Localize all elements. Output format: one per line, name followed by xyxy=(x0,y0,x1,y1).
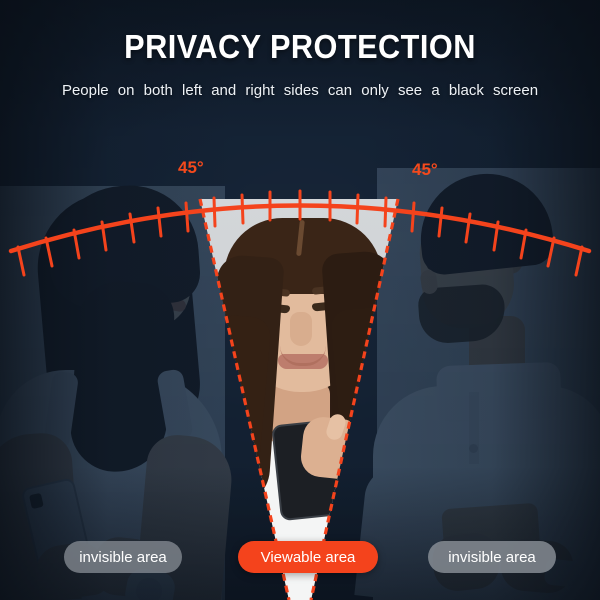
legend-invisible-area-right[interactable]: invisible area xyxy=(428,541,556,573)
page-subtitle: People on both left and right sides can … xyxy=(61,82,539,99)
angle-label-right: 45° xyxy=(412,160,438,179)
page-title: PRIVACY PROTECTION xyxy=(124,28,476,65)
legend-viewable-area[interactable]: Viewable area xyxy=(238,541,378,573)
privacy-protection-banner: PRIVACY PROTECTION People on both left a… xyxy=(0,0,600,600)
angle-label-left: 45° xyxy=(178,158,204,177)
legend-invisible-area-left[interactable]: invisible area xyxy=(64,541,182,573)
arc-ticks xyxy=(16,189,584,277)
